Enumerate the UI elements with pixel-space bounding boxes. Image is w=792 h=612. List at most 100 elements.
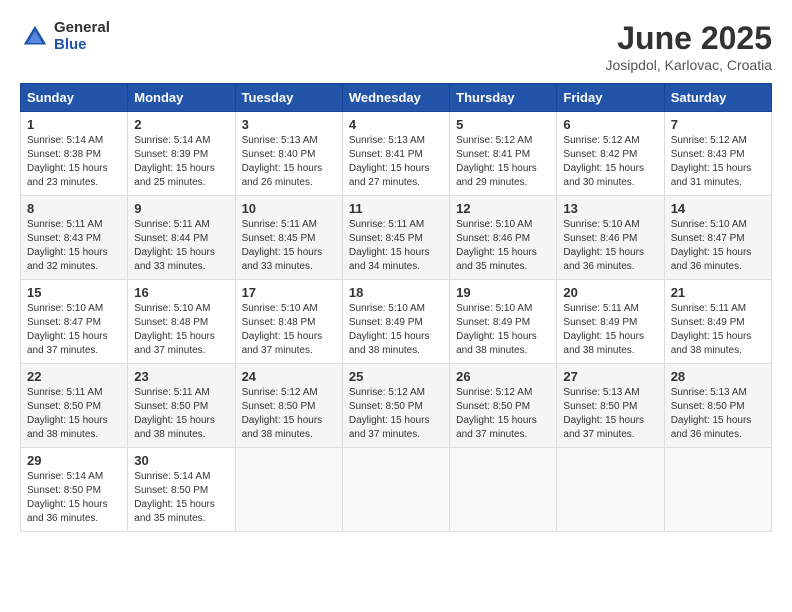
calendar-cell xyxy=(450,448,557,532)
calendar-week-1: 1Sunrise: 5:14 AM Sunset: 8:38 PM Daylig… xyxy=(21,112,772,196)
calendar-cell: 13 Sunrise: 5:10 AM Sunset: 8:46 PM Dayli… xyxy=(557,196,664,280)
calendar-cell xyxy=(342,448,449,532)
day-info: Sunrise: 5:10 AM Sunset: 8:48 PM Dayligh… xyxy=(242,302,336,358)
day-info: Sunrise: 5:10 AM Sunset: 8:46 PM Dayligh… xyxy=(456,218,550,274)
day-number: 24 xyxy=(242,369,336,384)
calendar-cell: 8 Sunrise: 5:11 AM Sunset: 8:43 PM Daylig… xyxy=(21,196,128,280)
day-info: Sunrise: 5:11 AM Sunset: 8:44 PM Dayligh… xyxy=(134,218,228,274)
calendar-header: General Blue June 2025 Josipdol, Karlova… xyxy=(20,20,772,73)
calendar-cell: 15 Sunrise: 5:10 AM Sunset: 8:47 PM Dayli… xyxy=(21,280,128,364)
day-info: Sunrise: 5:12 AM Sunset: 8:43 PM Dayligh… xyxy=(671,134,765,190)
calendar-cell: 3Sunrise: 5:13 AM Sunset: 8:40 PM Daylig… xyxy=(235,112,342,196)
logo-text: General Blue xyxy=(54,20,110,53)
day-number: 22 xyxy=(27,369,121,384)
day-number: 11 xyxy=(349,201,443,216)
day-number: 8 xyxy=(27,201,121,216)
day-number: 26 xyxy=(456,369,550,384)
day-info: Sunrise: 5:10 AM Sunset: 8:48 PM Dayligh… xyxy=(134,302,228,358)
day-number: 7 xyxy=(671,117,765,132)
day-number: 19 xyxy=(456,285,550,300)
header-saturday: Saturday xyxy=(664,84,771,112)
calendar-cell xyxy=(664,448,771,532)
calendar-table: Sunday Monday Tuesday Wednesday Thursday… xyxy=(20,83,772,532)
calendar-cell: 19 Sunrise: 5:10 AM Sunset: 8:49 PM Dayli… xyxy=(450,280,557,364)
calendar-cell xyxy=(557,448,664,532)
header-monday: Monday xyxy=(128,84,235,112)
day-info: Sunrise: 5:11 AM Sunset: 8:50 PM Dayligh… xyxy=(27,386,121,442)
calendar-cell: 28 Sunrise: 5:13 AM Sunset: 8:50 PM Dayli… xyxy=(664,364,771,448)
calendar-cell: 7 Sunrise: 5:12 AM Sunset: 8:43 PM Daylig… xyxy=(664,112,771,196)
day-number: 27 xyxy=(563,369,657,384)
day-number: 4 xyxy=(349,117,443,132)
day-number: 17 xyxy=(242,285,336,300)
day-info: Sunrise: 5:11 AM Sunset: 8:43 PM Dayligh… xyxy=(27,218,121,274)
day-number: 5 xyxy=(456,117,550,132)
day-info: Sunrise: 5:14 AM Sunset: 8:50 PM Dayligh… xyxy=(134,470,228,526)
day-info: Sunrise: 5:11 AM Sunset: 8:45 PM Dayligh… xyxy=(242,218,336,274)
header-wednesday: Wednesday xyxy=(342,84,449,112)
logo-icon xyxy=(20,22,50,52)
calendar-cell: 9 Sunrise: 5:11 AM Sunset: 8:44 PM Daylig… xyxy=(128,196,235,280)
title-area: June 2025 Josipdol, Karlovac, Croatia xyxy=(605,20,772,73)
calendar-cell: 10 Sunrise: 5:11 AM Sunset: 8:45 PM Dayli… xyxy=(235,196,342,280)
day-info: Sunrise: 5:10 AM Sunset: 8:49 PM Dayligh… xyxy=(349,302,443,358)
day-number: 16 xyxy=(134,285,228,300)
logo: General Blue xyxy=(20,20,110,53)
day-number: 2 xyxy=(134,117,228,132)
day-info: Sunrise: 5:13 AM Sunset: 8:50 PM Dayligh… xyxy=(671,386,765,442)
day-info: Sunrise: 5:12 AM Sunset: 8:50 PM Dayligh… xyxy=(242,386,336,442)
day-number: 3 xyxy=(242,117,336,132)
day-number: 18 xyxy=(349,285,443,300)
day-number: 12 xyxy=(456,201,550,216)
day-number: 6 xyxy=(563,117,657,132)
calendar-cell: 21Sunrise: 5:11 AM Sunset: 8:49 PM Dayli… xyxy=(664,280,771,364)
calendar-cell: 29Sunrise: 5:14 AM Sunset: 8:50 PM Dayli… xyxy=(21,448,128,532)
day-number: 30 xyxy=(134,453,228,468)
calendar-cell: 12 Sunrise: 5:10 AM Sunset: 8:46 PM Dayli… xyxy=(450,196,557,280)
day-info: Sunrise: 5:10 AM Sunset: 8:49 PM Dayligh… xyxy=(456,302,550,358)
day-info: Sunrise: 5:10 AM Sunset: 8:47 PM Dayligh… xyxy=(27,302,121,358)
calendar-cell: 17 Sunrise: 5:10 AM Sunset: 8:48 PM Dayli… xyxy=(235,280,342,364)
calendar-cell: 18 Sunrise: 5:10 AM Sunset: 8:49 PM Dayli… xyxy=(342,280,449,364)
calendar-cell: 4 Sunrise: 5:13 AM Sunset: 8:41 PM Daylig… xyxy=(342,112,449,196)
day-info: Sunrise: 5:14 AM Sunset: 8:39 PM Dayligh… xyxy=(134,134,228,190)
day-number: 13 xyxy=(563,201,657,216)
calendar-cell: 25Sunrise: 5:12 AM Sunset: 8:50 PM Dayli… xyxy=(342,364,449,448)
day-info: Sunrise: 5:12 AM Sunset: 8:50 PM Dayligh… xyxy=(456,386,550,442)
calendar-subtitle: Josipdol, Karlovac, Croatia xyxy=(605,57,772,73)
calendar-week-2: 8 Sunrise: 5:11 AM Sunset: 8:43 PM Daylig… xyxy=(21,196,772,280)
calendar-cell: 5 Sunrise: 5:12 AM Sunset: 8:41 PM Daylig… xyxy=(450,112,557,196)
day-info: Sunrise: 5:10 AM Sunset: 8:47 PM Dayligh… xyxy=(671,218,765,274)
header-sunday: Sunday xyxy=(21,84,128,112)
calendar-cell: 14 Sunrise: 5:10 AM Sunset: 8:47 PM Dayli… xyxy=(664,196,771,280)
day-info: Sunrise: 5:12 AM Sunset: 8:41 PM Dayligh… xyxy=(456,134,550,190)
header-tuesday: Tuesday xyxy=(235,84,342,112)
day-number: 28 xyxy=(671,369,765,384)
calendar-cell xyxy=(235,448,342,532)
day-info: Sunrise: 5:11 AM Sunset: 8:49 PM Dayligh… xyxy=(671,302,765,358)
header-row: Sunday Monday Tuesday Wednesday Thursday… xyxy=(21,84,772,112)
calendar-cell: 26 Sunrise: 5:12 AM Sunset: 8:50 PM Dayli… xyxy=(450,364,557,448)
calendar-cell: 20Sunrise: 5:11 AM Sunset: 8:49 PM Dayli… xyxy=(557,280,664,364)
day-number: 9 xyxy=(134,201,228,216)
calendar-week-4: 22 Sunrise: 5:11 AM Sunset: 8:50 PM Dayli… xyxy=(21,364,772,448)
day-number: 23 xyxy=(134,369,228,384)
day-info: Sunrise: 5:10 AM Sunset: 8:46 PM Dayligh… xyxy=(563,218,657,274)
header-thursday: Thursday xyxy=(450,84,557,112)
logo-blue: Blue xyxy=(54,37,110,54)
calendar-cell: 11 Sunrise: 5:11 AM Sunset: 8:45 PM Dayli… xyxy=(342,196,449,280)
day-number: 14 xyxy=(671,201,765,216)
calendar-cell: 1Sunrise: 5:14 AM Sunset: 8:38 PM Daylig… xyxy=(21,112,128,196)
day-info: Sunrise: 5:11 AM Sunset: 8:49 PM Dayligh… xyxy=(563,302,657,358)
day-number: 15 xyxy=(27,285,121,300)
day-info: Sunrise: 5:12 AM Sunset: 8:50 PM Dayligh… xyxy=(349,386,443,442)
calendar-cell: 23Sunrise: 5:11 AM Sunset: 8:50 PM Dayli… xyxy=(128,364,235,448)
calendar-cell: 22 Sunrise: 5:11 AM Sunset: 8:50 PM Dayli… xyxy=(21,364,128,448)
day-info: Sunrise: 5:13 AM Sunset: 8:41 PM Dayligh… xyxy=(349,134,443,190)
header-friday: Friday xyxy=(557,84,664,112)
day-info: Sunrise: 5:11 AM Sunset: 8:45 PM Dayligh… xyxy=(349,218,443,274)
day-number: 1 xyxy=(27,117,121,132)
day-number: 10 xyxy=(242,201,336,216)
calendar-cell: 6Sunrise: 5:12 AM Sunset: 8:42 PM Daylig… xyxy=(557,112,664,196)
day-info: Sunrise: 5:13 AM Sunset: 8:50 PM Dayligh… xyxy=(563,386,657,442)
